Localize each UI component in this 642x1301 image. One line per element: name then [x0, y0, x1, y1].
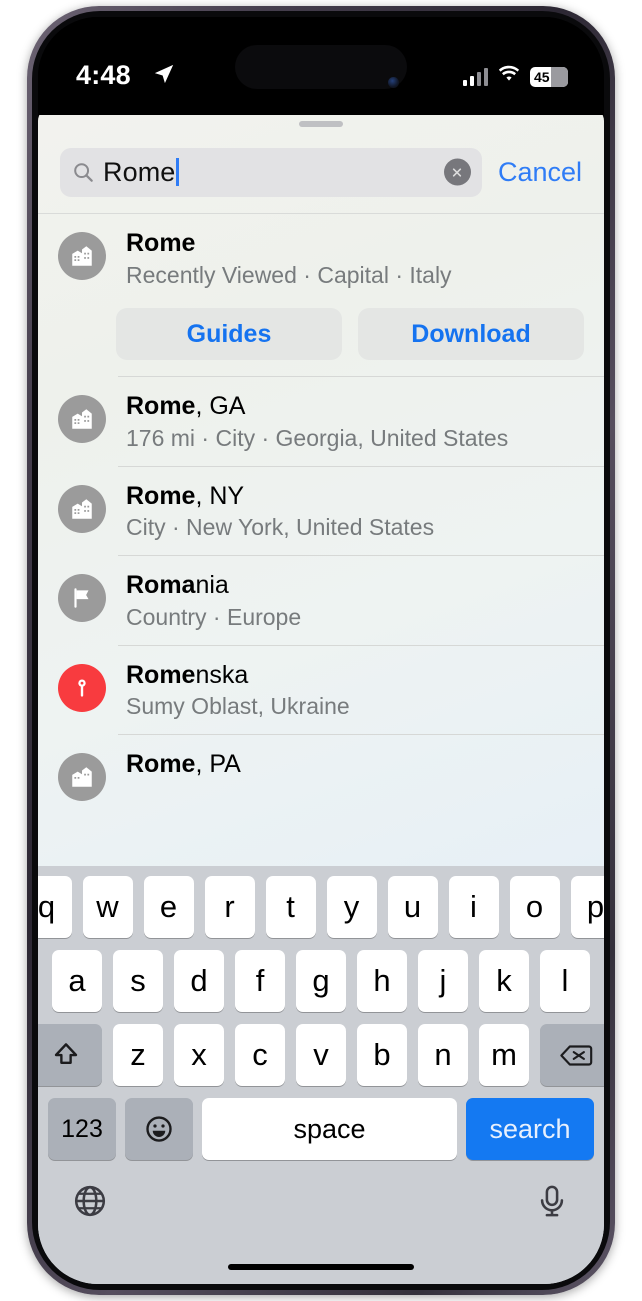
list-item[interactable]: Rome, PA: [38, 735, 604, 813]
result-actions: Guides Download: [38, 302, 604, 376]
key-s[interactable]: s: [113, 950, 163, 1012]
result-subtitle: 176 mi · City · Georgia, United States: [126, 424, 509, 451]
key-r[interactable]: r: [204, 876, 255, 938]
battery-indicator: 45: [530, 66, 568, 87]
key-n[interactable]: n: [418, 1024, 468, 1086]
magnifier-icon: [72, 161, 94, 183]
result-title: Romania: [126, 571, 229, 600]
city-buildings-icon: [58, 752, 106, 801]
shift-arrow-icon[interactable]: [38, 1024, 102, 1086]
globe-icon[interactable]: [72, 1183, 108, 1224]
search-query-text: Rome: [103, 156, 176, 187]
key-u[interactable]: u: [387, 876, 438, 938]
front-camera-dot: [388, 77, 399, 88]
result-title: Rome: [126, 229, 196, 257]
phone-screen: 4:48 45 Rome Cancel Rome Recently Viewed…: [38, 17, 604, 1284]
keyboard-row-2: a s d f g h j k l: [38, 950, 604, 1012]
numeric-keyboard-button[interactable]: 123: [48, 1098, 116, 1160]
key-y[interactable]: y: [326, 876, 377, 938]
search-input[interactable]: Rome: [60, 147, 482, 197]
keyboard-row-3: z x c v b n m: [38, 1024, 604, 1086]
result-title: Rome, GA: [126, 392, 246, 421]
flag-icon: [58, 574, 106, 623]
list-item[interactable]: Romenska Sumy Oblast, Ukraine: [38, 646, 604, 734]
result-subtitle: Country · Europe: [126, 603, 302, 630]
key-i[interactable]: i: [448, 876, 499, 938]
key-k[interactable]: k: [479, 950, 529, 1012]
key-m[interactable]: m: [479, 1024, 529, 1086]
wifi-icon: [497, 65, 521, 88]
result-subtitle: City · New York, United States: [126, 514, 435, 541]
key-d[interactable]: d: [174, 950, 224, 1012]
list-item[interactable]: Romania Country · Europe: [38, 556, 604, 644]
download-button[interactable]: Download: [358, 308, 584, 361]
result-title: Rome, NY: [126, 481, 245, 510]
key-b[interactable]: b: [357, 1024, 407, 1086]
key-w[interactable]: w: [82, 876, 133, 938]
status-bar: 4:48 45: [38, 17, 604, 115]
key-o[interactable]: o: [509, 876, 560, 938]
cancel-button[interactable]: Cancel: [498, 157, 582, 188]
space-key[interactable]: space: [202, 1098, 457, 1160]
backspace-icon[interactable]: [540, 1024, 604, 1086]
clear-search-button[interactable]: [443, 158, 471, 186]
key-l[interactable]: l: [540, 950, 590, 1012]
key-f[interactable]: f: [235, 950, 285, 1012]
location-arrow-icon: [153, 63, 175, 85]
cellular-signal-icon: [463, 67, 488, 86]
dynamic-island: [235, 45, 407, 89]
city-buildings-icon: [58, 395, 106, 444]
list-item[interactable]: Rome, GA 176 mi · City · Georgia, United…: [38, 377, 604, 465]
result-title: Romenska: [126, 660, 249, 689]
city-buildings-icon: [58, 232, 106, 280]
onscreen-keyboard: q w e r t y u i o p a s d f g h j k l z …: [38, 866, 604, 1284]
emoji-smiley-icon[interactable]: [125, 1098, 193, 1160]
result-subtitle: Recently Viewed · Capital · Italy: [126, 261, 452, 288]
status-indicators: 45: [463, 65, 568, 88]
search-key[interactable]: search: [466, 1098, 594, 1160]
result-title: Rome, PA: [126, 749, 241, 778]
search-row: Rome Cancel: [38, 133, 604, 211]
key-x[interactable]: x: [174, 1024, 224, 1086]
status-time: 4:48: [76, 60, 131, 90]
guides-button[interactable]: Guides: [116, 308, 342, 361]
key-z[interactable]: z: [113, 1024, 163, 1086]
map-pin-icon: [58, 663, 106, 712]
key-g[interactable]: g: [296, 950, 346, 1012]
sheet-grabber[interactable]: [299, 121, 343, 127]
key-c[interactable]: c: [235, 1024, 285, 1086]
key-t[interactable]: t: [265, 876, 316, 938]
key-v[interactable]: v: [296, 1024, 346, 1086]
home-indicator[interactable]: [228, 1264, 414, 1270]
microphone-icon[interactable]: [534, 1183, 570, 1224]
keyboard-row-4: 123 space search: [38, 1098, 604, 1160]
screenshot-stage: 4:48 45 Rome Cancel Rome Recently Viewed…: [0, 0, 642, 1301]
key-a[interactable]: a: [52, 950, 102, 1012]
list-item[interactable]: Rome Recently Viewed · Capital · Italy: [38, 214, 604, 302]
keyboard-row-1: q w e r t y u i o p: [38, 876, 604, 938]
key-q[interactable]: q: [38, 876, 72, 938]
key-p[interactable]: p: [570, 876, 604, 938]
key-h[interactable]: h: [357, 950, 407, 1012]
list-item[interactable]: Rome, NY City · New York, United States: [38, 467, 604, 555]
text-cursor: [176, 158, 180, 186]
keyboard-footer: [38, 1172, 604, 1230]
battery-percent: 45: [534, 68, 550, 85]
city-buildings-icon: [58, 484, 106, 533]
result-subtitle: Sumy Oblast, Ukraine: [126, 693, 350, 720]
key-e[interactable]: e: [143, 876, 194, 938]
key-j[interactable]: j: [418, 950, 468, 1012]
